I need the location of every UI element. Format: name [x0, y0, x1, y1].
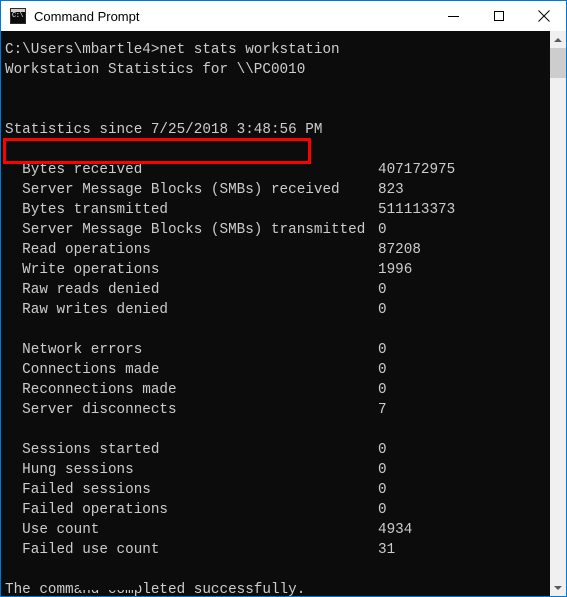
- statistic-value: 823: [378, 182, 404, 198]
- statistic-value: 0: [378, 342, 387, 358]
- close-icon: [537, 10, 550, 22]
- statistic-row: Use count 4934: [5, 520, 549, 540]
- scrollbar-down-button[interactable]: [550, 579, 566, 596]
- chevron-up-icon: [554, 37, 562, 42]
- statistic-value: 511113373: [378, 202, 456, 218]
- statistic-row: Raw reads denied 0: [5, 280, 549, 300]
- statistic-row: Hung sessions 0: [5, 460, 549, 480]
- statistic-label: Failed operations: [5, 502, 169, 518]
- statistic-label: Bytes received: [5, 162, 143, 178]
- vertical-scrollbar[interactable]: [549, 31, 566, 596]
- statistic-label: Read operations: [5, 242, 151, 258]
- statistic-row: Failed sessions 0: [5, 480, 549, 500]
- statistic-value: 0: [378, 302, 387, 318]
- redacted-username: [79, 573, 139, 590]
- statistic-label: Server Message Blocks (SMBs) received: [5, 182, 340, 198]
- maximize-icon: [493, 11, 504, 21]
- statistic-label: Raw writes denied: [5, 302, 169, 318]
- command-input-line: C:\Users\mbartle4>net stats workstation: [5, 42, 340, 58]
- statistic-row: Network errors 0: [5, 340, 549, 360]
- console-icon: C:\: [10, 8, 26, 24]
- statistic-label: Use count: [5, 522, 100, 538]
- terminal-output-area[interactable]: C:\Users\mbartle4>net stats workstation W…: [1, 31, 549, 596]
- statistic-row: Server Message Blocks (SMBs) received 823: [5, 180, 549, 200]
- close-button[interactable]: [521, 1, 566, 31]
- statistic-label: Network errors: [5, 342, 143, 358]
- statistic-value: 7: [378, 402, 387, 418]
- statistic-label: Failed sessions: [5, 482, 151, 498]
- statistic-row: Failed use count 31: [5, 540, 549, 560]
- statistic-row: Bytes transmitted 511113373: [5, 200, 549, 220]
- minimize-icon: [448, 15, 459, 17]
- statistic-row: Bytes received 407172975: [5, 160, 549, 180]
- chevron-down-icon: [554, 585, 562, 590]
- window-controls: [431, 1, 566, 31]
- statistic-row: Read operations 87208: [5, 240, 549, 260]
- statistic-row: Raw writes denied 0: [5, 300, 549, 320]
- statistic-label: Failed use count: [5, 542, 160, 558]
- statistic-row: Reconnections made 0: [5, 380, 549, 400]
- maximize-button[interactable]: [476, 1, 521, 31]
- statistic-row: Server disconnects 7: [5, 400, 549, 420]
- statistic-label: Raw reads denied: [5, 282, 160, 298]
- statistic-row: Failed operations 0: [5, 500, 549, 520]
- statistic-value: 87208: [378, 242, 421, 258]
- scrollbar-thumb[interactable]: [550, 48, 566, 78]
- statistic-row: Write operations 1996: [5, 260, 549, 280]
- scrollbar-up-button[interactable]: [550, 31, 566, 48]
- statistics-since-line: Statistics since 7/25/2018 3:48:56 PM: [5, 122, 323, 138]
- workstation-header-line: Workstation Statistics for \\PC0010: [5, 62, 306, 78]
- statistic-label: Hung sessions: [5, 462, 134, 478]
- statistic-label: Sessions started: [5, 442, 160, 458]
- statistic-value: 0: [378, 362, 387, 378]
- statistic-value: 31: [378, 542, 396, 558]
- statistic-value: 0: [378, 382, 387, 398]
- statistic-value: 407172975: [378, 162, 456, 178]
- statistic-value: 0: [378, 482, 387, 498]
- window-title: Command Prompt: [34, 8, 140, 24]
- statistic-label: Reconnections made: [5, 382, 177, 398]
- statistic-label: Server Message Blocks (SMBs) transmitted: [5, 222, 366, 238]
- command-prompt-window: C:\ Command Prompt C:\Users\mbartle4>net…: [0, 0, 567, 597]
- statistic-value: 0: [378, 282, 387, 298]
- statistic-label: Connections made: [5, 362, 160, 378]
- statistic-value: 4934: [378, 522, 413, 538]
- statistic-value: 1996: [378, 262, 413, 278]
- statistic-value: 0: [378, 442, 387, 458]
- statistic-label: Server disconnects: [5, 402, 177, 418]
- minimize-button[interactable]: [431, 1, 476, 31]
- console-body: C:\Users\mbartle4>net stats workstation W…: [1, 31, 566, 596]
- statistic-label: Bytes transmitted: [5, 202, 169, 218]
- statistic-label: Write operations: [5, 262, 160, 278]
- console-icon-label: C:\: [12, 12, 24, 20]
- statistic-value: 0: [378, 222, 387, 238]
- terminal-text: C:\Users\mbartle4>net stats workstation W…: [5, 40, 549, 596]
- statistic-row: Connections made 0: [5, 360, 549, 380]
- title-bar[interactable]: C:\ Command Prompt: [1, 1, 566, 31]
- statistic-row: Sessions started 0: [5, 440, 549, 460]
- statistic-value: 0: [378, 502, 387, 518]
- statistic-value: 0: [378, 462, 387, 478]
- statistic-row: Server Message Blocks (SMBs) transmitted…: [5, 220, 549, 240]
